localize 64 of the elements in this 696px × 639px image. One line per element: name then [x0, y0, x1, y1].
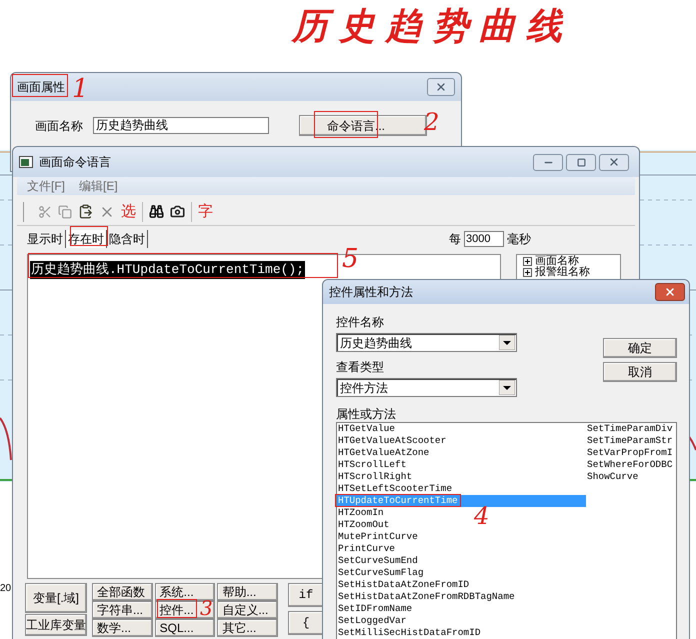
camera-icon[interactable]	[170, 204, 185, 219]
binoculars-icon[interactable]	[149, 204, 164, 219]
function-button[interactable]: 数学...	[92, 619, 153, 637]
field-label: 属性或方法	[336, 408, 397, 420]
ok-button[interactable]: 确定	[603, 338, 677, 358]
cancel-button[interactable]: 取消	[603, 362, 677, 382]
maximize-button[interactable]	[566, 154, 596, 170]
method-list[interactable]	[336, 422, 677, 639]
axis-label: 20	[0, 584, 12, 594]
field-label: 画面名称	[35, 120, 83, 132]
tab[interactable]: 隐含时	[107, 230, 148, 248]
function-button[interactable]: 自定义...	[217, 601, 278, 619]
annotation-box	[314, 111, 378, 138]
function-button[interactable]: 其它...	[217, 619, 278, 637]
close-button[interactable]	[655, 283, 685, 301]
tree-item[interactable]: 画面名称	[535, 256, 579, 267]
close-button[interactable]	[427, 78, 455, 96]
function-button[interactable]: 帮助...	[217, 583, 278, 601]
window-title: 控件属性和方法	[328, 286, 413, 298]
expand-icon[interactable]	[523, 268, 532, 277]
interval-label: 每	[449, 233, 461, 245]
window-title: 画面命令语言	[39, 156, 111, 168]
dropdown-arrow-icon[interactable]	[499, 335, 515, 350]
variable-button[interactable]: 变量[.域]	[25, 583, 87, 613]
close-icon	[435, 81, 447, 93]
field-label: 查看类型	[336, 361, 385, 373]
variable-button[interactable]: 工业库变量	[25, 614, 87, 636]
dropdown-arrow-icon[interactable]	[499, 380, 515, 395]
annotation-box	[157, 599, 197, 618]
menu-item[interactable]: 编辑[E]	[79, 180, 118, 192]
function-button[interactable]: 全部函数	[92, 583, 153, 601]
field-label: 控件名称	[336, 316, 385, 328]
annotation-box	[12, 74, 68, 97]
tree-item[interactable]: 报警组名称	[535, 267, 590, 278]
close-icon	[664, 286, 676, 298]
list-item[interactable]: HTScrollRight	[337, 471, 412, 483]
menu-item[interactable]: 文件[F]	[27, 180, 65, 192]
close-button[interactable]	[599, 154, 629, 170]
syntax-button[interactable]: if	[288, 583, 324, 607]
name-field[interactable]: 历史趋势曲线	[93, 117, 269, 134]
function-button[interactable]: 字符串...	[92, 601, 153, 619]
annotation-number: 1	[72, 74, 89, 104]
control-name-dropdown[interactable]: 历史趋势曲线	[336, 333, 517, 352]
function-button[interactable]: 系统...	[154, 583, 216, 601]
paste-icon[interactable]	[78, 204, 93, 219]
window-icon	[19, 156, 33, 168]
maximize-icon	[576, 158, 586, 166]
list-item[interactable]: SetVarPropFromI	[586, 447, 673, 459]
list-item[interactable]: SetHistDataAtZoneFromRDBTagName	[337, 591, 515, 603]
minimize-button[interactable]	[533, 154, 563, 170]
view-type-dropdown[interactable]: 控件方法	[336, 378, 517, 397]
list-item[interactable]: SetCurveSumFlag	[337, 567, 424, 579]
function-button[interactable]: SQL...	[154, 619, 216, 637]
list-item[interactable]: SetLoggedVar	[337, 615, 406, 627]
page-title: 历史趋势曲线	[292, 4, 573, 49]
expand-icon[interactable]	[523, 257, 532, 266]
select-tool[interactable]: 选	[121, 204, 136, 219]
syntax-button[interactable]: {	[288, 611, 324, 635]
close-icon	[608, 156, 620, 168]
unit-label: 毫秒	[507, 233, 531, 245]
font-tool[interactable]: 字	[198, 204, 213, 219]
window-title: 画面属性	[16, 81, 65, 93]
interval-field[interactable]: 3000	[464, 231, 504, 247]
annotation-number: 2	[424, 108, 440, 136]
